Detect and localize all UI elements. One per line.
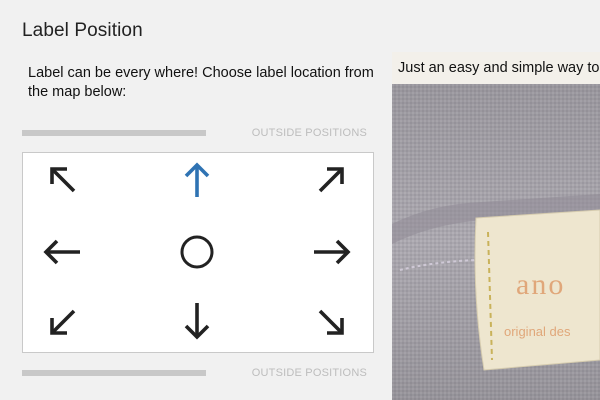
arrow-down-icon — [184, 303, 210, 340]
instructions-text: Label can be every where! Choose label l… — [28, 65, 374, 100]
position-left[interactable] — [40, 230, 84, 274]
position-top-right[interactable] — [310, 157, 354, 201]
tag-subtitle-text: original des — [504, 324, 571, 339]
position-top-left[interactable] — [40, 157, 84, 201]
outside-positions-top-bar[interactable] — [22, 130, 206, 136]
tag-brand-text: ano — [516, 268, 565, 301]
preview-photo: ano original des — [392, 84, 600, 400]
arrow-left-icon — [43, 239, 80, 265]
page-title: Label Position — [22, 20, 143, 41]
circle-icon — [180, 235, 214, 269]
position-right[interactable] — [310, 230, 354, 274]
outside-positions-bottom[interactable]: OUTSIDE POSITIONS — [22, 367, 367, 379]
outside-positions-top-label: OUTSIDE POSITIONS — [251, 127, 367, 139]
arrow-right-icon — [314, 239, 351, 265]
arrow-up-right-icon — [318, 167, 344, 193]
arrow-up-left-icon — [50, 167, 76, 193]
outside-positions-bottom-bar[interactable] — [22, 370, 206, 376]
position-bottom-left[interactable] — [40, 301, 84, 345]
position-bottom-right[interactable] — [310, 301, 354, 345]
clothing-tag: ano original des — [474, 209, 600, 371]
position-bottom[interactable] — [175, 301, 219, 345]
preview-caption: Just an easy and simple way to — [392, 52, 600, 84]
label-preview: Just an easy and simple way to ano origi… — [392, 52, 600, 400]
arrow-down-left-icon — [50, 309, 76, 335]
arrow-down-right-icon — [318, 309, 344, 335]
arrow-up-icon — [184, 162, 210, 197]
position-top[interactable] — [175, 157, 219, 201]
outside-positions-top[interactable]: OUTSIDE POSITIONS — [22, 127, 367, 139]
outside-positions-bottom-label: OUTSIDE POSITIONS — [251, 367, 367, 379]
position-map — [22, 152, 374, 353]
position-center[interactable] — [175, 230, 219, 274]
